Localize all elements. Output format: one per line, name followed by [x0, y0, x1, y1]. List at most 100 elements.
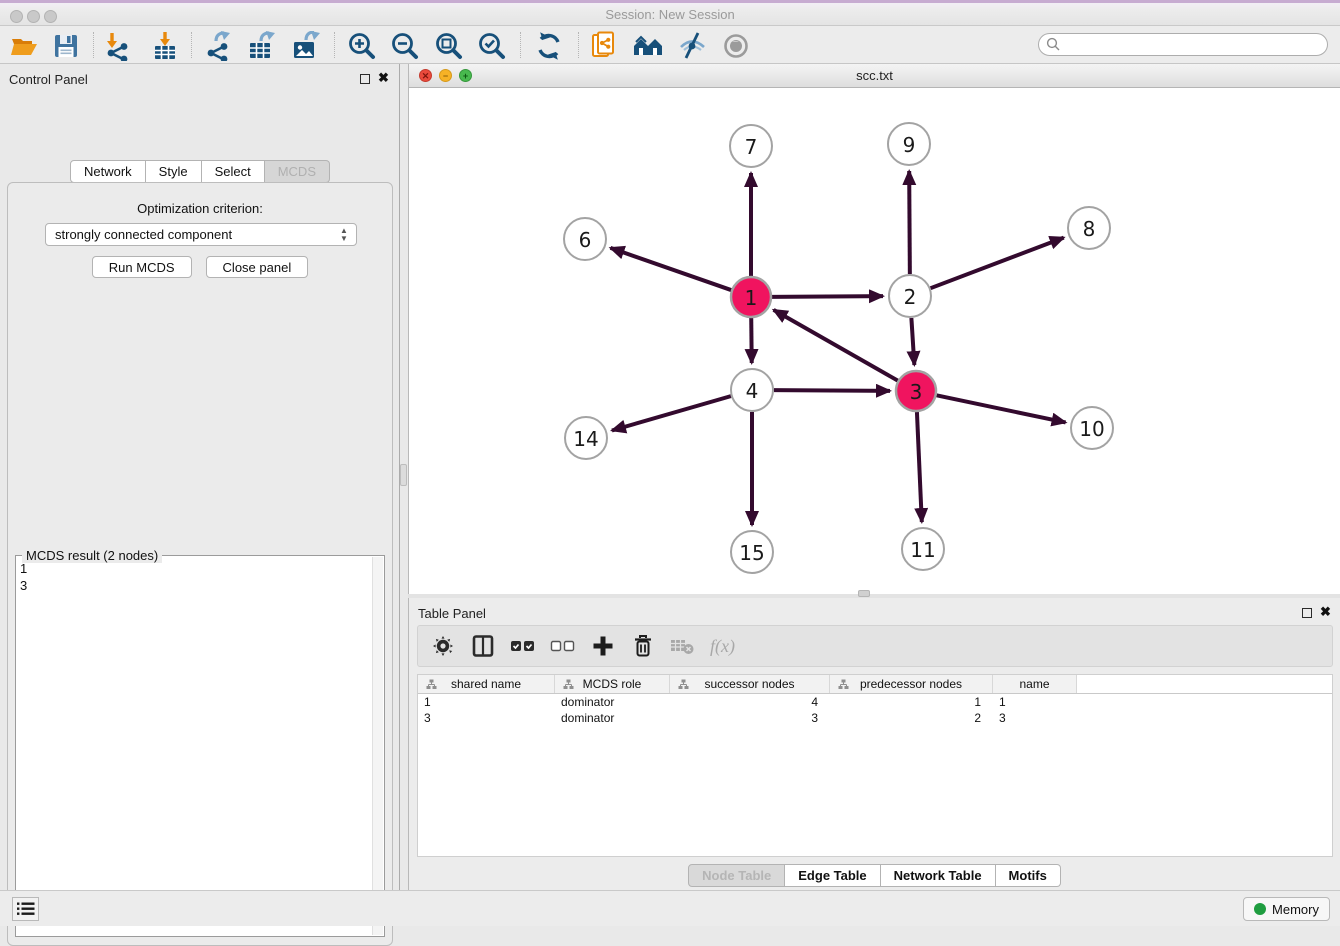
table-cell[interactable]: dominator — [555, 694, 670, 710]
graph-node-3[interactable]: 3 — [896, 371, 936, 411]
import-network-icon[interactable] — [102, 30, 134, 62]
graph-edge-2-3[interactable] — [911, 318, 914, 365]
close-panel-button[interactable]: Close panel — [206, 256, 309, 278]
graph-edge-4-14[interactable] — [612, 396, 731, 430]
graph-node-9[interactable]: 9 — [888, 123, 930, 165]
graph-node-14[interactable]: 14 — [565, 417, 607, 459]
column-header-name[interactable]: name — [993, 675, 1077, 693]
create-column-plus-icon[interactable] — [590, 633, 616, 659]
splitter-grip[interactable] — [400, 464, 407, 486]
hide-graphics-icon[interactable] — [676, 30, 708, 62]
node-table: shared nameMCDS rolesuccessor nodesprede… — [417, 674, 1333, 857]
svg-text:6: 6 — [579, 228, 592, 252]
show-graphics-icon[interactable] — [720, 30, 752, 62]
graph-edge-3-11[interactable] — [917, 412, 922, 522]
graph-node-2[interactable]: 2 — [889, 275, 931, 317]
graph-node-11[interactable]: 11 — [902, 528, 944, 570]
graph-edge-2-9[interactable] — [909, 171, 910, 274]
app-window: Session: New Session — [0, 0, 1340, 926]
column-header-MCDS-role[interactable]: MCDS role — [555, 675, 670, 693]
tab-mcds[interactable]: MCDS — [265, 160, 330, 183]
table-cell[interactable]: 1 — [418, 694, 555, 710]
graph-node-7[interactable]: 7 — [730, 125, 772, 167]
zoom-in-icon[interactable] — [346, 30, 378, 62]
column-header-filler — [1077, 675, 1332, 693]
task-history-button[interactable] — [12, 897, 39, 921]
graph-node-6[interactable]: 6 — [564, 218, 606, 260]
close-table-panel-icon[interactable]: ✖ — [1320, 605, 1331, 619]
tab-edge-table[interactable]: Edge Table — [785, 864, 880, 887]
mcds-result-list[interactable]: 13 — [20, 560, 370, 932]
graph-node-10[interactable]: 10 — [1071, 407, 1113, 449]
zoom-selected-icon[interactable] — [476, 30, 508, 62]
mcds-result-scrollbar[interactable] — [372, 557, 383, 935]
graph-svg: 7 9 6 8 1 2 4 3 14 10 15 11 — [409, 88, 1340, 594]
save-session-icon[interactable] — [50, 30, 82, 62]
table-cell[interactable]: 1 — [993, 694, 1077, 710]
graph-node-1[interactable]: 1 — [731, 277, 771, 317]
first-neighbors-icon[interactable] — [632, 30, 664, 62]
graph-edge-3-1[interactable] — [774, 310, 898, 381]
table-row[interactable]: 3dominator323 — [418, 710, 1332, 726]
graph-node-15[interactable]: 15 — [731, 531, 773, 573]
show-columns-icon[interactable] — [470, 633, 496, 659]
control-panel-header: Control Panel ✖ — [0, 64, 399, 94]
search-box[interactable] — [1038, 33, 1328, 56]
export-table-icon[interactable] — [245, 30, 277, 62]
delete-column-trash-icon[interactable] — [630, 633, 656, 659]
export-image-icon[interactable] — [289, 30, 321, 62]
graph-edge-1-6[interactable] — [610, 248, 731, 290]
divider-grip[interactable] — [858, 590, 870, 597]
tab-select[interactable]: Select — [202, 160, 265, 183]
mcds-result-line: 3 — [20, 577, 370, 594]
deselect-all-columns-icon[interactable] — [550, 633, 576, 659]
run-mcds-button[interactable]: Run MCDS — [92, 256, 192, 278]
tab-network[interactable]: Network — [70, 160, 146, 183]
table-row[interactable]: 1dominator411 — [418, 694, 1332, 710]
tab-node-table[interactable]: Node Table — [688, 864, 785, 887]
table-cell[interactable]: 2 — [830, 710, 993, 726]
app-title: Session: New Session — [0, 7, 1340, 22]
zoom-out-icon[interactable] — [389, 30, 421, 62]
table-cell[interactable]: 4 — [670, 694, 830, 710]
table-cell[interactable]: 3 — [993, 710, 1077, 726]
table-cell[interactable]: dominator — [555, 710, 670, 726]
toolbar-separator — [191, 32, 192, 58]
column-header-successor-nodes[interactable]: successor nodes — [670, 675, 830, 693]
table-cell[interactable]: 3 — [670, 710, 830, 726]
panel-splitter[interactable] — [400, 64, 408, 890]
tab-style[interactable]: Style — [146, 160, 202, 183]
table-settings-gear-icon[interactable] — [430, 633, 456, 659]
function-builder-icon: f(x) — [710, 636, 735, 657]
control-panel-title: Control Panel — [9, 72, 88, 87]
zoom-fit-icon[interactable] — [433, 30, 465, 62]
svg-text:3: 3 — [910, 380, 923, 404]
tab-motifs[interactable]: Motifs — [996, 864, 1061, 887]
table-cell[interactable]: 3 — [418, 710, 555, 726]
memory-button[interactable]: Memory — [1243, 897, 1330, 921]
select-all-columns-icon[interactable] — [510, 633, 536, 659]
apply-layout-icon[interactable] — [533, 30, 565, 62]
export-network-icon[interactable] — [202, 30, 234, 62]
float-panel-icon[interactable] — [360, 74, 370, 84]
graph-edge-3-10[interactable] — [937, 395, 1066, 422]
search-icon — [1046, 37, 1061, 52]
open-session-icon[interactable] — [8, 30, 40, 62]
graph-edge-4-3[interactable] — [774, 390, 890, 391]
graph-node-8[interactable]: 8 — [1068, 207, 1110, 249]
graph-edge-1-2[interactable] — [772, 296, 883, 297]
svg-text:11: 11 — [910, 538, 935, 562]
search-input[interactable] — [1061, 36, 1327, 54]
tab-network-table[interactable]: Network Table — [881, 864, 996, 887]
criterion-select[interactable]: strongly connected component ▲▼ — [45, 223, 357, 246]
import-table-icon[interactable] — [149, 30, 181, 62]
clone-network-icon[interactable] — [589, 30, 621, 62]
table-cell[interactable]: 1 — [830, 694, 993, 710]
close-panel-icon[interactable]: ✖ — [378, 71, 389, 85]
graph-node-4[interactable]: 4 — [731, 369, 773, 411]
network-canvas[interactable]: 7 9 6 8 1 2 4 3 14 10 15 11 — [409, 88, 1340, 594]
float-table-panel-icon[interactable] — [1302, 608, 1312, 618]
graph-edge-2-8[interactable] — [931, 238, 1064, 289]
column-header-shared-name[interactable]: shared name — [418, 675, 555, 693]
column-header-predecessor-nodes[interactable]: predecessor nodes — [830, 675, 993, 693]
